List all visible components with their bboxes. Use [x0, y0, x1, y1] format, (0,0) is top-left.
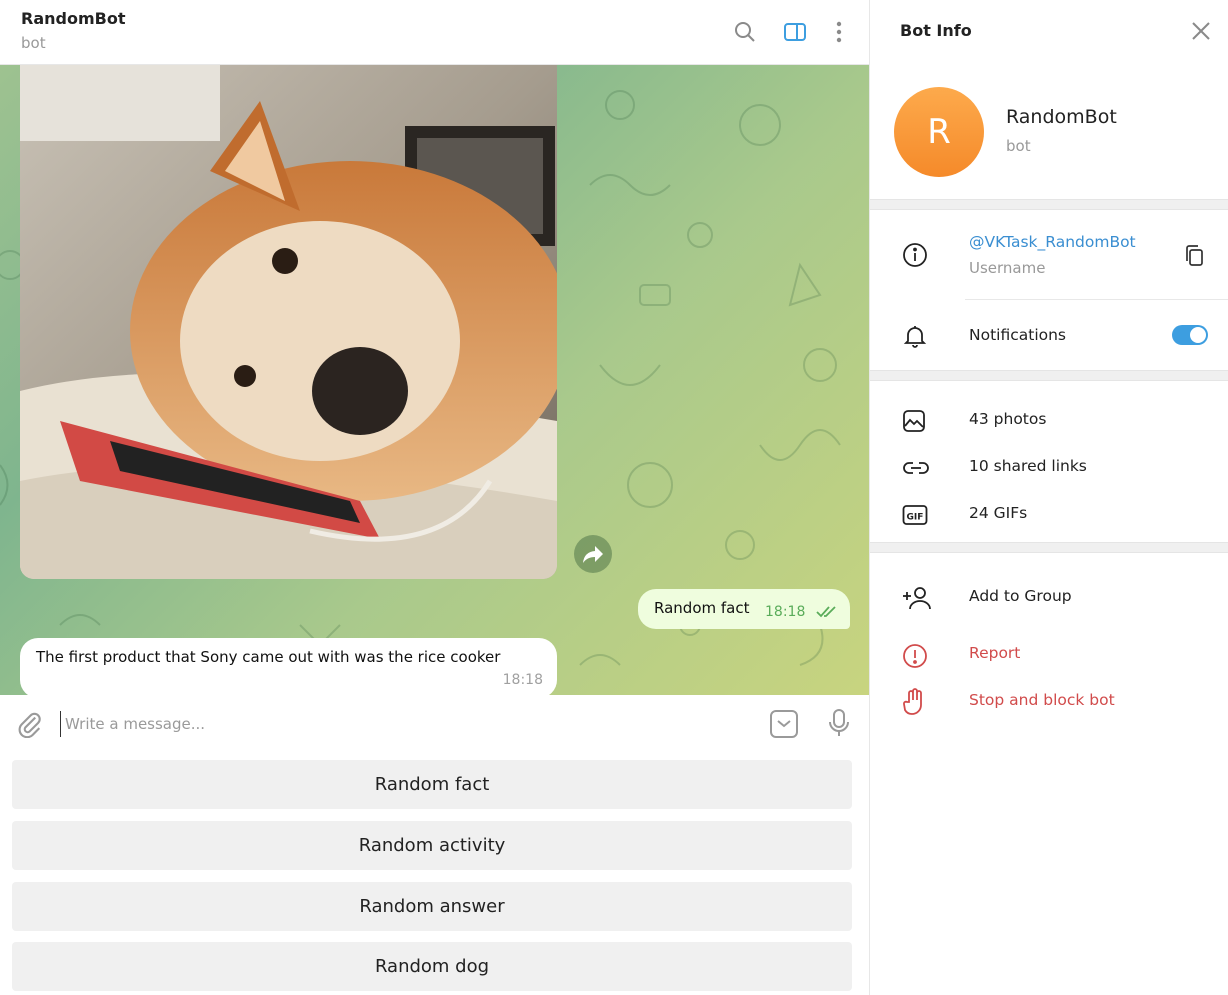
hand-stop-icon [902, 688, 928, 720]
photo-icon [902, 409, 926, 437]
panel-title: Bot Info [900, 21, 972, 40]
media-photos-row[interactable]: 43 photos [870, 400, 1228, 440]
info-icon [902, 242, 928, 272]
outgoing-message[interactable]: Random fact 18:18 [638, 589, 850, 629]
chat-panel: RandomBot bot Random fact 18:18 The firs… [0, 0, 869, 995]
chat-title[interactable]: RandomBot [21, 9, 125, 28]
close-icon[interactable] [1190, 20, 1212, 46]
message-time: 18:18 [502, 672, 543, 688]
paperclip-icon[interactable] [16, 710, 44, 742]
keyboard-button-random-fact[interactable]: Random fact [12, 760, 852, 809]
message-input[interactable] [60, 711, 740, 737]
bell-icon [902, 323, 928, 353]
media-gifs-row[interactable]: GIF 24 GIFs [870, 494, 1228, 534]
search-icon[interactable] [733, 20, 757, 44]
toggle-knob [1190, 327, 1206, 343]
chat-subtitle: bot [21, 34, 46, 52]
add-user-icon [902, 585, 932, 615]
microphone-icon[interactable] [827, 708, 851, 742]
incoming-message[interactable]: The first product that Sony came out wit… [20, 638, 557, 695]
section-divider [870, 199, 1228, 210]
gif-icon: GIF [902, 504, 928, 530]
username-link[interactable]: @VKTask_RandomBot [969, 233, 1136, 251]
keyboard-button-random-dog[interactable]: Random dog [12, 942, 852, 991]
message-composer [0, 695, 869, 753]
sidebar-toggle-icon[interactable] [783, 20, 807, 44]
bot-subtitle: bot [1006, 137, 1031, 155]
stop-block-row[interactable]: Stop and block bot [870, 681, 1228, 721]
keyboard-button-random-activity[interactable]: Random activity [12, 821, 852, 870]
message-text: Random fact [654, 599, 750, 617]
stop-block-label: Stop and block bot [969, 691, 1115, 709]
svg-text:GIF: GIF [907, 513, 924, 523]
notifications-toggle[interactable] [1172, 325, 1208, 345]
section-divider [870, 370, 1228, 381]
bot-info-panel: Bot Info R RandomBot bot @VKTask_RandomB… [869, 0, 1228, 995]
report-label: Report [969, 644, 1021, 662]
username-label: Username [969, 259, 1046, 277]
copy-icon[interactable] [1184, 244, 1206, 272]
bot-keyboard-icon[interactable] [769, 709, 799, 743]
notifications-label: Notifications [969, 326, 1067, 344]
avatar[interactable]: R [894, 87, 984, 177]
message-text: The first product that Sony came out wit… [36, 648, 501, 666]
chat-header[interactable]: RandomBot bot [0, 0, 869, 65]
media-links-row[interactable]: 10 shared links [870, 447, 1228, 487]
dog-photo[interactable] [20, 65, 557, 579]
gifs-count: 24 GIFs [969, 504, 1028, 522]
double-check-icon [816, 604, 838, 623]
message-list[interactable]: Random fact 18:18 The first product that… [0, 65, 869, 695]
add-to-group-row[interactable]: Add to Group [870, 577, 1228, 617]
report-row[interactable]: Report [870, 634, 1228, 674]
photos-count: 43 photos [969, 410, 1047, 428]
more-menu-icon[interactable] [827, 20, 851, 44]
report-icon [902, 643, 928, 673]
links-count: 10 shared links [969, 457, 1087, 475]
section-divider [870, 542, 1228, 553]
link-icon [902, 457, 930, 483]
forward-button[interactable] [574, 535, 612, 573]
keyboard-button-random-answer[interactable]: Random answer [12, 882, 852, 931]
message-time: 18:18 [765, 604, 806, 620]
bot-name: RandomBot [1006, 106, 1117, 128]
add-to-group-label: Add to Group [969, 587, 1072, 605]
row-divider [965, 299, 1228, 300]
